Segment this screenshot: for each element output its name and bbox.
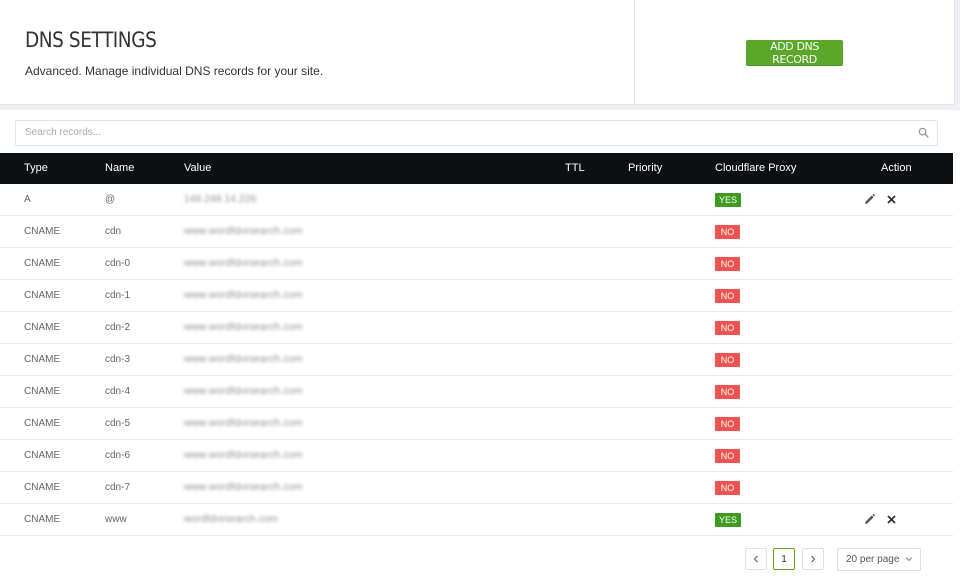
record-name: cdn-3	[105, 354, 131, 365]
page-subtitle: Advanced. Manage individual DNS records …	[25, 64, 324, 78]
table-row: CNAME cdn www.wordfdresearch.com NO	[0, 216, 953, 248]
proxy-status-badge[interactable]: NO	[715, 481, 740, 495]
row-actions	[863, 513, 903, 527]
record-name: cdn-6	[105, 450, 131, 461]
record-type: CNAME	[24, 322, 61, 333]
proxy-status-badge[interactable]: NO	[715, 449, 740, 463]
edit-icon[interactable]	[863, 513, 877, 527]
record-type: A	[24, 194, 31, 205]
chevron-left-icon	[753, 555, 758, 563]
column-value: Value	[184, 162, 212, 174]
record-name: cdn-0	[105, 258, 131, 269]
record-value: www.wordfdresearch.com	[184, 226, 303, 237]
search-box	[15, 120, 938, 146]
next-page-button[interactable]	[802, 548, 824, 570]
delete-icon[interactable]	[885, 513, 899, 527]
edit-icon[interactable]	[863, 193, 877, 207]
record-value: www.wordfdresearch.com	[184, 386, 303, 397]
header-panel: DNS SETTINGS Advanced. Manage individual…	[0, 0, 955, 105]
record-type: CNAME	[24, 482, 61, 493]
column-type: Type	[24, 162, 48, 174]
record-type: CNAME	[24, 514, 61, 525]
record-name: www	[105, 514, 127, 525]
column-cloudflare-proxy: Cloudflare Proxy	[715, 162, 797, 174]
proxy-status-badge[interactable]: NO	[715, 225, 740, 239]
record-value: wordfdresearch.com	[184, 514, 279, 525]
prev-page-button[interactable]	[745, 548, 767, 570]
table-header: Type Name Value TTL Priority Cloudflare …	[0, 153, 953, 184]
record-type: CNAME	[24, 418, 61, 429]
page-1-button[interactable]: 1	[773, 548, 795, 570]
proxy-status-badge[interactable]: NO	[715, 321, 740, 335]
per-page-label: 20 per page	[846, 554, 900, 565]
chevron-right-icon	[811, 555, 816, 563]
proxy-status-badge[interactable]: NO	[715, 353, 740, 367]
record-value: www.wordfdresearch.com	[184, 322, 303, 333]
page-title: DNS SETTINGS	[25, 28, 157, 52]
proxy-status-badge[interactable]: NO	[715, 257, 740, 271]
record-name: cdn-4	[105, 386, 131, 397]
add-dns-record-button[interactable]: ADD DNS RECORD	[746, 40, 843, 66]
table-row: CNAME cdn-3 www.wordfdresearch.com NO	[0, 344, 953, 376]
record-name: cdn	[105, 226, 122, 237]
record-type: CNAME	[24, 290, 61, 301]
table-row: CNAME cdn-2 www.wordfdresearch.com NO	[0, 312, 953, 344]
proxy-status-badge[interactable]: NO	[715, 385, 740, 399]
record-value: www.wordfdresearch.com	[184, 418, 303, 429]
table-row: CNAME cdn-4 www.wordfdresearch.com NO	[0, 376, 953, 408]
search-input[interactable]	[16, 121, 905, 143]
record-name: @	[105, 194, 116, 205]
record-value: www.wordfdresearch.com	[184, 354, 303, 365]
column-name: Name	[105, 162, 135, 174]
table-row: CNAME cdn-6 www.wordfdresearch.com NO	[0, 440, 953, 472]
table-row: CNAME cdn-0 www.wordfdresearch.com NO	[0, 248, 953, 280]
table-row: A @149.248.14.226 YES	[0, 184, 953, 216]
table-row: CNAME cdn-1 www.wordfdresearch.com NO	[0, 280, 953, 312]
search-icon[interactable]	[918, 127, 929, 138]
record-value: www.wordfdresearch.com	[184, 482, 303, 493]
proxy-status-badge[interactable]: NO	[715, 417, 740, 431]
row-actions	[863, 193, 903, 207]
table-row: CNAME cdn-5 www.wordfdresearch.com NO	[0, 408, 953, 440]
proxy-status-badge[interactable]: YES	[715, 513, 741, 527]
record-value: www.wordfdresearch.com	[184, 450, 303, 461]
record-name: cdn-5	[105, 418, 131, 429]
column-action: Action	[881, 162, 912, 174]
table-row: CNAME cdn-7 www.wordfdresearch.com NO	[0, 472, 953, 504]
proxy-status-badge[interactable]: YES	[715, 193, 741, 207]
proxy-status-badge[interactable]: NO	[715, 289, 740, 303]
column-ttl: TTL	[565, 162, 585, 174]
column-priority: Priority	[628, 162, 663, 174]
record-value: 149.248.14.226	[184, 194, 257, 205]
record-name: cdn-2	[105, 322, 131, 333]
record-value: www.wordfdresearch.com	[184, 290, 303, 301]
record-type: CNAME	[24, 450, 61, 461]
record-type: CNAME	[24, 354, 61, 365]
records-table-body: A @149.248.14.226 YES CNAME cdn www.wordfdres…	[0, 184, 953, 536]
records-panel: Type Name Value TTL Priority Cloudflare …	[0, 110, 960, 583]
chevron-down-icon	[905, 557, 913, 562]
delete-icon[interactable]	[885, 193, 899, 207]
record-type: CNAME	[24, 258, 61, 269]
record-name: cdn-7	[105, 482, 131, 493]
record-value: www.wordfdresearch.com	[184, 258, 303, 269]
record-type: CNAME	[24, 386, 61, 397]
record-type: CNAME	[24, 226, 61, 237]
record-name: cdn-1	[105, 290, 131, 301]
header-info: DNS SETTINGS Advanced. Manage individual…	[0, 0, 635, 104]
per-page-select[interactable]: 20 per page	[837, 548, 921, 571]
table-row: CNAME www wordfdresearch.com YES	[0, 504, 953, 536]
